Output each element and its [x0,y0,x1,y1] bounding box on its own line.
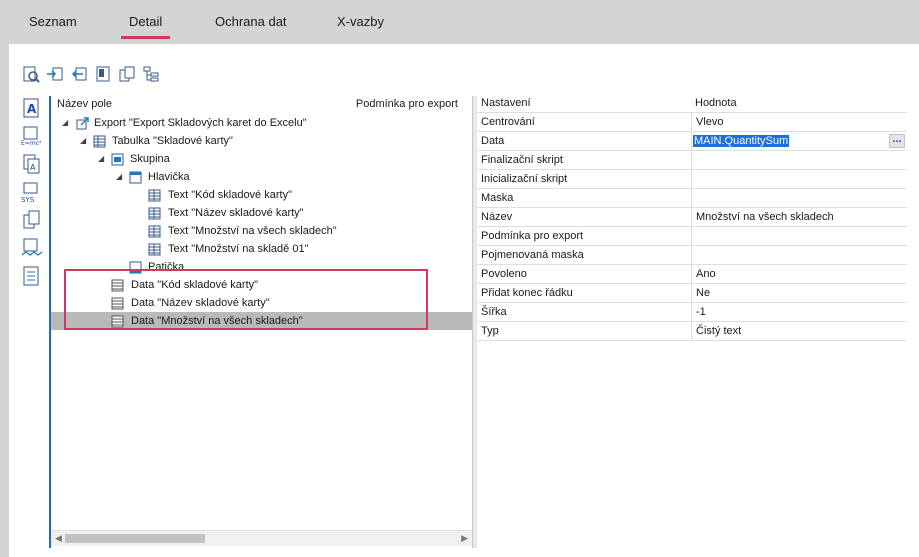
text-column-icon [148,243,161,256]
prop-col-value: Hodnota [695,97,737,109]
tree-row-text[interactable]: Text "Množství na skladě 01" [51,240,472,258]
properties-header: Nastavení Hodnota [477,94,907,113]
tree-row-group[interactable]: ◢ Skupina [51,150,472,168]
table-icon [93,135,106,148]
insert-right-icon[interactable] [45,64,65,84]
scroll-left-icon[interactable]: ◀ [55,533,62,544]
formula-icon[interactable]: E=mc² [20,124,44,148]
wave-icon[interactable] [20,236,44,260]
prop-row[interactable]: Povoleno Ano [477,265,907,284]
add-field-icon[interactable]: A [20,96,44,120]
tree-row-text[interactable]: Text "Množství na všech skladech" [51,222,472,240]
preview-icon[interactable] [21,64,41,84]
tree-horizontal-scrollbar[interactable]: ◀ ▶ [51,530,472,546]
svg-text:SYS: SYS [21,196,35,203]
prop-row[interactable]: Podmínka pro export [477,227,907,246]
text-column-icon [148,189,161,202]
ellipsis-button[interactable]: ... [889,134,905,148]
side-toolbar: A E=mc² A SYS [18,96,48,556]
tree-header: Název pole Podmínka pro export [57,98,468,112]
text-column-icon [148,207,161,220]
highlight-box [64,269,428,330]
prop-row[interactable]: Pojmenovaná maska [477,246,907,265]
header-icon [129,171,142,184]
properties-grid: Nastavení Hodnota Centrování Vlevo Data M… [477,94,907,341]
text-column-icon [148,225,161,238]
toolbar [21,64,161,86]
insert-left-icon[interactable] [69,64,89,84]
scroll-right-icon[interactable]: ▶ [461,533,468,544]
detail-panel: A E=mc² A SYS Název pole Podmínka pro ex… [9,44,919,557]
prop-row[interactable]: Název Množství na všech skladech [477,208,907,227]
prop-row[interactable]: Inicializační skript [477,170,907,189]
tree-structure-icon[interactable] [141,64,161,84]
svg-text:A: A [27,102,37,116]
prop-row[interactable]: Maska [477,189,907,208]
svg-text:E=mc²: E=mc² [21,140,42,147]
tree-row-header[interactable]: ◢ Hlavička [51,168,472,186]
tree-row-text[interactable]: Text "Název skladové karty" [51,204,472,222]
tree-row-table[interactable]: ◢ Tabulka "Skladové karty" [51,132,472,150]
tab-detail[interactable]: Detail [120,14,171,39]
tab-x-vazby[interactable]: X-vazby [337,14,384,29]
tree-col-name: Název pole [57,98,113,110]
duplicate-icon[interactable] [20,208,44,232]
prop-col-setting: Nastavení [481,97,531,109]
prop-row[interactable]: Finalizační skript [477,151,907,170]
tab-ochrana-dat[interactable]: Ochrana dat [215,14,287,29]
tree-row-export[interactable]: ◢ Export "Export Skladových karet do Exc… [51,114,472,132]
page-icon[interactable] [93,64,113,84]
copy-icon[interactable] [117,64,137,84]
prop-row[interactable]: Šířka -1 [477,303,907,322]
prop-row[interactable]: Centrování Vlevo [477,113,907,132]
list-icon[interactable] [20,264,44,288]
prop-row[interactable]: Přidat konec řádku Ne [477,284,907,303]
svg-text:A: A [30,163,36,172]
tab-seznam[interactable]: Seznam [29,14,77,29]
export-icon [76,117,89,130]
scroll-thumb[interactable] [65,534,205,543]
prop-row[interactable]: Typ Čistý text [477,322,907,341]
data-value-field[interactable]: MAIN.QuantitySum... [691,132,907,150]
group-icon [111,153,124,166]
system-icon[interactable]: SYS [20,180,44,204]
prop-row-data[interactable]: Data MAIN.QuantitySum... [477,132,907,151]
tree-col-condition: Podmínka pro export [355,98,458,110]
tree-row-text[interactable]: Text "Kód skladové karty" [51,186,472,204]
text-field-icon[interactable]: A [20,152,44,176]
tab-bar: Seznam Detail Ochrana dat X-vazby [0,0,919,44]
